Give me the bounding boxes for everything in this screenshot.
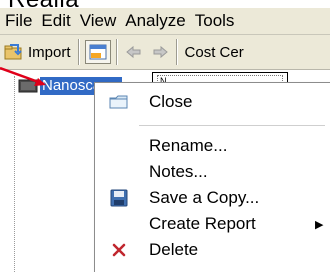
context-menu-delete[interactable]: Delete (95, 237, 330, 263)
menu-file[interactable]: File (0, 11, 36, 31)
toolbar-separator (175, 39, 178, 65)
close-label: Close (149, 92, 193, 111)
panel-toggle-button[interactable] (84, 40, 111, 64)
tree-connector-line (14, 76, 16, 272)
import-label: Import (28, 43, 71, 61)
create-report-label: Create Report (149, 214, 256, 233)
back-button[interactable] (121, 38, 147, 66)
context-menu-create-report[interactable]: Create Report ▶ (95, 211, 330, 237)
cost-center-label: Cost Cer (184, 43, 244, 61)
red-x-icon (107, 240, 131, 260)
rename-label: Rename... (149, 136, 228, 155)
menu-tools[interactable]: Tools (190, 11, 239, 31)
context-menu-save-copy[interactable]: Save a Copy... (95, 185, 330, 211)
context-menu-rename[interactable]: Rename... (95, 133, 330, 159)
menu-separator (139, 125, 325, 126)
forward-arrow-icon (151, 44, 169, 60)
floppy-disk-icon (107, 188, 131, 208)
import-button[interactable]: Import (0, 38, 75, 66)
notes-label: Notes... (149, 162, 208, 181)
file-icon (18, 78, 38, 94)
folder-icon (107, 92, 131, 112)
menu-bar: File Edit View Analyze Tools (0, 8, 330, 35)
toolbar: Import Cost Cer (0, 35, 330, 70)
toolbar-separator (115, 39, 118, 65)
menu-analyze[interactable]: Analyze (120, 11, 189, 31)
menu-view[interactable]: View (75, 11, 121, 31)
panel-toggle-icon (89, 44, 107, 60)
submenu-arrow-icon: ▶ (315, 218, 324, 231)
app-window: Realia File Edit View Analyze Tools Impo… (0, 0, 330, 272)
back-arrow-icon (125, 44, 143, 60)
delete-label: Delete (149, 240, 199, 259)
toolbar-separator (77, 39, 80, 65)
context-menu-notes[interactable]: Notes... (95, 159, 330, 185)
cost-center-button[interactable]: Cost Cer (181, 38, 248, 66)
save-copy-label: Save a Copy... (149, 188, 260, 207)
context-menu: Close Rename... Notes... Save a Copy... … (94, 82, 330, 272)
forward-button[interactable] (147, 38, 173, 66)
menu-edit[interactable]: Edit (36, 11, 74, 31)
import-icon (4, 43, 24, 61)
context-menu-close[interactable]: Close (95, 89, 330, 115)
